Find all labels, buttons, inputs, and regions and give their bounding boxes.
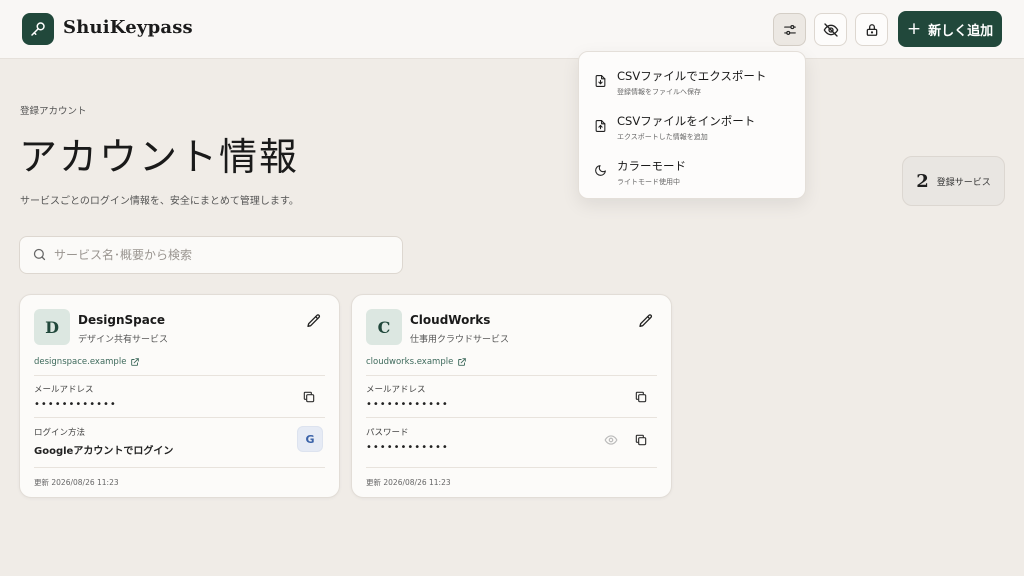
account-card-cloudworks: C CloudWorks 仕事用クラウドサービス cloudworks.exam… — [351, 294, 672, 498]
menu-item-title: CSVファイルでエクスポート — [617, 69, 767, 83]
login-method-label: ログイン方法 — [34, 428, 86, 438]
service-link[interactable]: cloudworks.example — [366, 357, 467, 367]
search-input[interactable] — [54, 245, 384, 265]
menu-item-import-csv[interactable]: CSVファイルをインポート エクスポートした情報を追加 — [579, 104, 807, 148]
divider — [366, 417, 657, 418]
copy-icon[interactable] — [634, 433, 648, 447]
google-icon: G — [297, 426, 323, 452]
plus-icon: + — [906, 18, 922, 39]
updated-timestamp: 更新 2026/08/26 11:23 — [34, 478, 119, 487]
registered-count-label: 登録サービス — [936, 177, 991, 188]
file-upload-icon — [595, 120, 606, 132]
email-label: メールアドレス — [34, 385, 94, 395]
pencil-icon[interactable] — [638, 313, 654, 329]
settings-menu: CSVファイルでエクスポート 登録情報をファイルへ保存 CSVファイルをインポー… — [578, 51, 806, 199]
password-value: •••••••••••• — [366, 442, 449, 453]
settings-button[interactable] — [773, 13, 806, 46]
lock-icon — [866, 23, 877, 36]
menu-item-title: カラーモード — [617, 159, 686, 173]
add-new-button[interactable]: + 新しく追加 — [898, 11, 1002, 47]
menu-item-color-mode[interactable]: カラーモード ライトモード使用中 — [579, 149, 807, 193]
menu-item-export-csv[interactable]: CSVファイルでエクスポート 登録情報をファイルへ保存 — [579, 59, 807, 103]
email-value: •••••••••••• — [34, 399, 117, 410]
service-link-text: cloudworks.example — [366, 357, 454, 367]
search-box[interactable] — [19, 236, 403, 274]
copy-icon[interactable] — [302, 390, 316, 404]
external-link-icon — [458, 358, 467, 366]
app-header: ShuiKeypass + 新しく追加 — [0, 0, 1024, 59]
service-name: CloudWorks — [410, 313, 491, 327]
email-label: メールアドレス — [366, 385, 426, 395]
menu-item-subtitle: エクスポートした情報を追加 — [617, 133, 708, 141]
add-new-label: 新しく追加 — [928, 23, 994, 39]
lock-button[interactable] — [855, 13, 888, 46]
page-eyebrow: 登録アカウント — [20, 106, 87, 117]
divider — [34, 467, 325, 468]
email-value: •••••••••••• — [366, 399, 449, 410]
divider — [366, 375, 657, 376]
menu-item-subtitle: ライトモード使用中 — [617, 178, 680, 186]
search-icon — [33, 248, 46, 261]
registered-count-badge: 2 登録サービス — [902, 156, 1005, 206]
menu-item-subtitle: 登録情報をファイルへ保存 — [617, 88, 701, 96]
registered-count: 2 — [916, 170, 929, 192]
key-icon[interactable] — [22, 13, 54, 45]
divider — [366, 467, 657, 468]
page-subtitle: サービスごとのログイン情報を、安全にまとめて管理します。 — [20, 196, 299, 207]
service-link-text: designspace.example — [34, 357, 127, 367]
service-description: 仕事用クラウドサービス — [410, 335, 510, 345]
external-link-icon — [131, 358, 140, 366]
service-avatar: D — [34, 309, 70, 345]
app-name: ShuiKeypass — [63, 17, 193, 38]
file-download-icon — [595, 75, 606, 87]
account-card-designspace: D DesignSpace デザイン共有サービス designspace.exa… — [19, 294, 340, 498]
moon-icon — [595, 165, 606, 176]
service-avatar: C — [366, 309, 402, 345]
service-link[interactable]: designspace.example — [34, 357, 140, 367]
updated-timestamp: 更新 2026/08/26 11:23 — [366, 478, 451, 487]
service-description: デザイン共有サービス — [78, 335, 169, 345]
divider — [34, 417, 325, 418]
menu-item-title: CSVファイルをインポート — [617, 114, 756, 128]
sliders-icon — [783, 24, 796, 35]
divider — [34, 375, 325, 376]
page-title: アカウント情報 — [19, 135, 300, 179]
eye-off-icon — [823, 22, 838, 37]
toggle-visibility-button[interactable] — [814, 13, 847, 46]
copy-icon[interactable] — [634, 390, 648, 404]
pencil-icon[interactable] — [306, 313, 322, 329]
eye-icon[interactable] — [604, 433, 618, 447]
login-method-value: Googleアカウントでログイン — [34, 446, 174, 457]
password-label: パスワード — [366, 428, 409, 438]
service-name: DesignSpace — [78, 313, 166, 327]
